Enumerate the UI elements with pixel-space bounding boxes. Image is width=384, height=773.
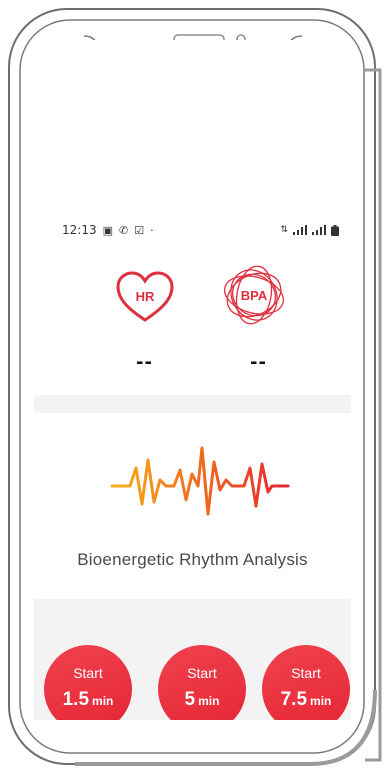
heart-icon: HR: [116, 271, 174, 322]
start-label: Start: [187, 665, 217, 681]
duration-unit: min: [198, 694, 220, 708]
signal-icon-2: [312, 225, 326, 235]
dot-icon: ·: [150, 223, 154, 237]
call-icon: ✆: [119, 223, 129, 237]
checkbox-icon: ☑: [134, 223, 145, 237]
app-screen: 12:13 ▣ ✆ ☑ · ⇅ HR -- BPA -- Bioenergeti…: [34, 40, 351, 720]
hr-value: --: [136, 352, 153, 373]
duration-unit: min: [92, 694, 114, 708]
bpa-orbit-icon: BPA: [224, 265, 284, 325]
metric-bpa[interactable]: BPA: [220, 262, 288, 328]
analysis-title: Bioenergetic Rhythm Analysis: [77, 550, 308, 569]
start-duration: 1.5 min: [44, 689, 132, 711]
duration-value: 7.5: [280, 689, 308, 710]
data-arrows-icon: ⇅: [280, 225, 288, 235]
bpa-badge: BPA: [241, 288, 268, 303]
duration-unit: min: [310, 694, 332, 708]
duration-value: 5: [184, 689, 196, 710]
duration-value: 1.5: [62, 689, 90, 710]
hr-badge: HR: [136, 289, 155, 304]
status-left: 12:13 ▣ ✆ ☑ ·: [62, 223, 154, 237]
battery-icon: [331, 224, 339, 236]
metric-hr[interactable]: HR: [114, 270, 176, 324]
start-label: Start: [291, 665, 321, 681]
section-divider: [34, 395, 351, 413]
status-right: ⇅: [280, 224, 339, 236]
start-duration: 7.5 min: [262, 689, 350, 711]
status-time: 12:13: [62, 223, 97, 237]
image-icon: ▣: [102, 223, 113, 237]
status-bar: 12:13 ▣ ✆ ☑ · ⇅: [34, 216, 351, 244]
start-label: Start: [73, 665, 103, 681]
signal-icon: [293, 225, 307, 235]
bpa-value: --: [250, 352, 267, 373]
waveform-icon: [110, 446, 290, 516]
start-duration: 5 min: [158, 689, 246, 711]
